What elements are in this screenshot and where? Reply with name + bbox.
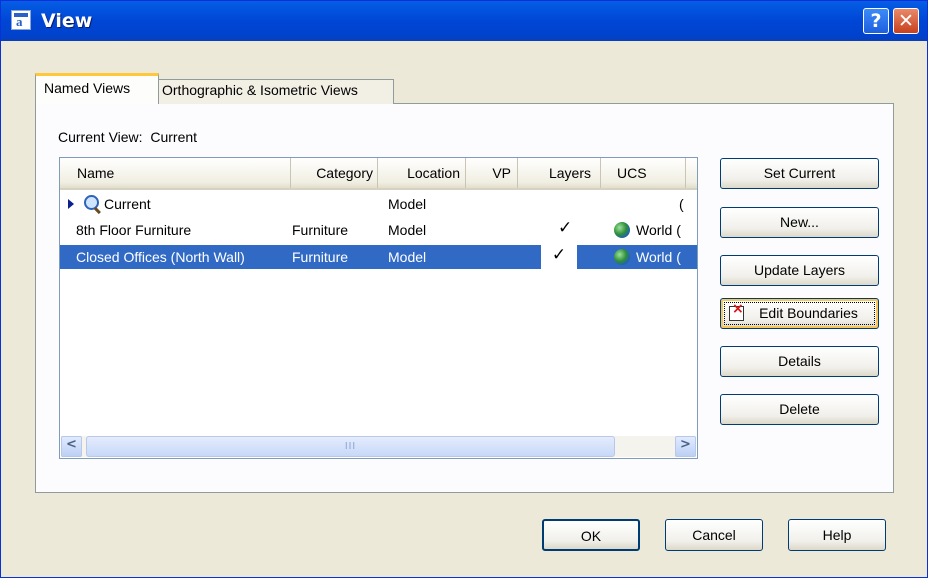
ok-button[interactable]: OK bbox=[542, 519, 640, 551]
row-ucs: World ( bbox=[636, 249, 681, 265]
row-name: 8th Floor Furniture bbox=[76, 222, 192, 238]
list-header: Name Category Location VP Layers UCS bbox=[60, 158, 697, 190]
scroll-thumb[interactable]: III bbox=[86, 436, 615, 457]
column-header-vp[interactable]: VP bbox=[466, 158, 518, 188]
row-name: Current bbox=[104, 196, 151, 212]
row-ucs: ( bbox=[679, 196, 684, 212]
scroll-left-arrow-icon[interactable]: < bbox=[61, 436, 82, 457]
row-location: Model bbox=[388, 249, 427, 265]
row-location: Model bbox=[388, 196, 427, 212]
row-category: Furniture bbox=[292, 249, 349, 265]
scroll-right-arrow-icon[interactable]: > bbox=[675, 436, 696, 457]
column-header-name[interactable]: Name bbox=[60, 158, 291, 188]
view-dialog: View ? ✕ Named Views Orthographic & Isom… bbox=[0, 0, 928, 578]
globe-icon bbox=[614, 249, 630, 265]
row-layers-check: ✓ bbox=[541, 245, 577, 269]
app-icon bbox=[11, 10, 31, 30]
title-bar[interactable]: View ? ✕ bbox=[1, 1, 927, 41]
new-button[interactable]: New... bbox=[720, 207, 879, 238]
row-ucs: World ( bbox=[636, 222, 681, 238]
row-category: Furniture bbox=[292, 222, 349, 238]
magnifier-icon bbox=[84, 195, 99, 210]
edit-boundaries-button[interactable]: Edit Boundaries bbox=[720, 298, 879, 329]
row-location: Model bbox=[388, 222, 427, 238]
tab-orthographic-isometric-views[interactable]: Orthographic & Isometric Views bbox=[158, 79, 394, 104]
details-button[interactable]: Details bbox=[720, 346, 879, 377]
set-current-button[interactable]: Set Current bbox=[720, 158, 879, 189]
views-list[interactable]: Name Category Location VP Layers UCS Cur… bbox=[59, 157, 698, 459]
update-layers-button[interactable]: Update Layers bbox=[720, 255, 879, 286]
column-header-ucs[interactable]: UCS bbox=[601, 158, 686, 188]
globe-icon bbox=[614, 222, 630, 238]
row-name: Closed Offices (North Wall) bbox=[76, 249, 245, 265]
current-view-caption: Current View: bbox=[58, 129, 143, 145]
window-title: View bbox=[41, 10, 93, 32]
delete-button[interactable]: Delete bbox=[720, 394, 879, 425]
list-item-selected[interactable]: Closed Offices (North Wall) Furniture Mo… bbox=[60, 245, 697, 269]
horizontal-scrollbar[interactable]: < III > bbox=[61, 436, 696, 457]
current-pointer-icon bbox=[68, 199, 74, 209]
close-button[interactable]: ✕ bbox=[893, 8, 919, 34]
list-item[interactable]: 8th Floor Furniture Furniture Model ✓ Wo… bbox=[60, 218, 697, 242]
current-view-value: Current bbox=[150, 129, 198, 145]
edit-boundaries-icon bbox=[729, 301, 744, 321]
column-header-category[interactable]: Category bbox=[291, 158, 378, 188]
row-layers-check: ✓ bbox=[558, 218, 573, 238]
cancel-button[interactable]: Cancel bbox=[665, 519, 763, 551]
list-item[interactable]: Current Model ( bbox=[60, 192, 697, 216]
edit-boundaries-label: Edit Boundaries bbox=[759, 305, 858, 321]
tab-named-views[interactable]: Named Views bbox=[35, 73, 159, 104]
current-view-label: Current View: Current bbox=[58, 129, 197, 145]
column-header-location[interactable]: Location bbox=[378, 158, 466, 188]
help-button[interactable]: Help bbox=[788, 519, 886, 551]
column-header-layers[interactable]: Layers bbox=[518, 158, 601, 188]
help-title-button[interactable]: ? bbox=[863, 8, 889, 34]
